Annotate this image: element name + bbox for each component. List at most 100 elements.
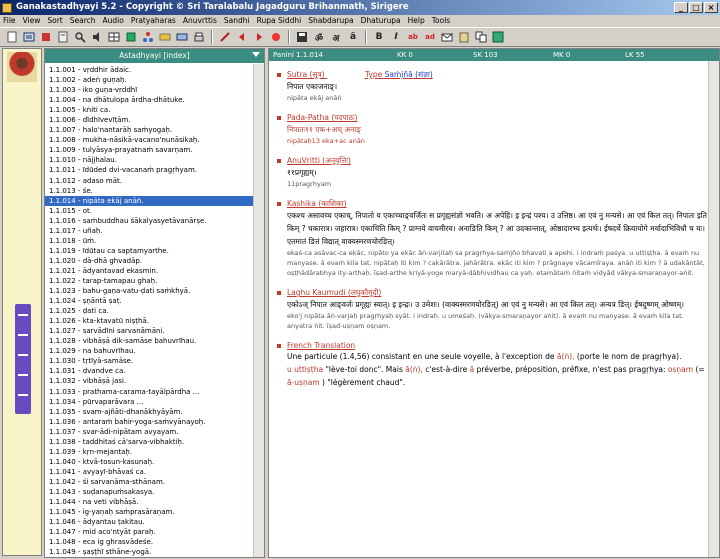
index-scrollbar[interactable] [253,64,264,557]
index-row[interactable]: 1.1.041 - avyayī-bhāvaś ca. [45,467,254,477]
clipboard-icon[interactable] [456,30,472,45]
menu-sort[interactable]: Sort [47,15,62,26]
index-row[interactable]: 1.1.018 - ūṁ. [45,236,254,246]
index-row[interactable]: 1.1.025 - ḍati ca. [45,306,254,316]
menu-rupa-siddhi[interactable]: Rupa Siddhi [257,15,302,26]
laghu-kaumudi-heading[interactable]: Laghu Kaumudi [287,288,345,297]
maximize-button[interactable]: □ [689,2,703,13]
verb-form-icon[interactable] [174,30,190,45]
padapatha-heading[interactable]: Pada-Patha [287,113,329,122]
index-row[interactable]: 1.1.023 - bahu-gaṇa-vatu-ḍati saṁkhyā. [45,286,254,296]
strike-button[interactable]: ab [405,30,421,45]
tree-icon[interactable] [140,30,156,45]
menu-shabdarupa[interactable]: Shabdarupa [308,15,353,26]
index-row[interactable]: 1.1.044 - na veti vibhāṣā. [45,497,254,507]
kashika-heading[interactable]: Kashika [287,199,316,208]
back-icon[interactable] [234,30,250,45]
index-row[interactable]: 1.1.040 - ktvā-tosun-kasunaḥ. [45,457,254,467]
audio-icon[interactable] [89,30,105,45]
index-row[interactable]: 1.1.030 - tṛtīyā-samāse. [45,356,254,366]
type-label[interactable]: Type [365,70,382,79]
menu-search[interactable]: Search [70,15,96,26]
index-row[interactable]: 1.1.005 - kṅiti ca. [45,105,254,115]
index-row[interactable]: 1.1.007 - halo'nantarāḥ saṁyogaḥ. [45,125,254,135]
menu-file[interactable]: File [3,15,16,26]
index-row[interactable]: 1.1.049 - ṣaṣṭhī sthāne-yogā. [45,547,254,557]
index-row[interactable]: 1.1.017 - uñaḥ. [45,226,254,236]
index-row[interactable]: 1.1.035 - svam-ajñāti-dhanākhyāyām. [45,407,254,417]
menu-dhaturupa[interactable]: Dhaturupa [361,15,401,26]
index-row[interactable]: 1.1.016 - saṁbuddhau śākalyasyetāvanārṣe… [45,216,254,226]
index-row[interactable]: 1.1.019 - īdūtau ca saptamyarthe. [45,246,254,256]
mail-icon[interactable] [439,30,455,45]
index-row[interactable]: 1.1.033 - prathama-carama-tayālpārdha ..… [45,387,254,397]
stop-icon[interactable] [268,30,284,45]
index-row[interactable]: 1.1.032 - vibhāṣā jasi. [45,376,254,386]
italic-button[interactable]: I [388,30,404,45]
index-row[interactable]: 1.1.020 - dā-dhā ghvadāp. [45,256,254,266]
index-row[interactable]: 1.1.008 - mukha-nāsikā-vacano'nunāsikaḥ. [45,135,254,145]
index-row[interactable]: 1.1.045 - ig-yaṇaḥ saṁprasāraṇam. [45,507,254,517]
index-row[interactable]: 1.1.011 - īdūded dvi-vacanaṁ pragṛhyam. [45,165,254,175]
close-button[interactable]: × [704,2,718,13]
menu-sandhi[interactable]: Sandhi [224,15,250,26]
om-button[interactable]: ॐ [311,30,327,45]
minimize-button[interactable]: _ [674,2,688,13]
index-row[interactable]: 1.1.003 - iko guṇa-vṛddhī [45,85,254,95]
index-row[interactable]: 1.1.010 - nājjhalau. [45,155,254,165]
help-icon[interactable] [490,30,506,45]
index-row[interactable]: 1.1.013 - śe. [45,186,254,196]
new-icon[interactable] [4,30,20,45]
add-note-button[interactable]: ad [422,30,438,45]
dropdown-arrow-icon[interactable] [252,52,260,57]
index-row[interactable]: 1.1.006 - dīdhīvevīṭām. [45,115,254,125]
index-row[interactable]: 1.1.001 - vṛddhir ādaic. [45,65,254,75]
index-row[interactable]: 1.1.028 - vibhāṣā dik-samāse bahuvrīhau. [45,336,254,346]
anuvrtti-heading[interactable]: AnuVritti [287,156,320,165]
menu-anuvrttis[interactable]: Anuvrttis [183,15,217,26]
document-icon[interactable] [55,30,71,45]
index-row[interactable]: 1.1.021 - ādyantavad ekasmin. [45,266,254,276]
french-heading[interactable]: French Translation [287,341,355,350]
index-row[interactable]: 1.1.042 - śi sarvanāma-sthānam. [45,477,254,487]
index-row[interactable]: 1.1.029 - na bahuvrīhau. [45,346,254,356]
index-row[interactable]: 1.1.043 - suḍanapuṁsakasya. [45,487,254,497]
index-row[interactable]: 1.1.015 - ot. [45,206,254,216]
devanagari-a-button[interactable]: अ [328,30,344,45]
detail-scrollbar[interactable] [708,61,719,557]
menu-tools[interactable]: Tools [432,15,450,26]
sandhi-icon[interactable] [123,30,139,45]
index-row[interactable]: 1.1.031 - dvandve ca. [45,366,254,376]
table-icon[interactable] [106,30,122,45]
index-row[interactable]: 1.1.048 - eca ig ghrasvādeśe. [45,537,254,547]
save-icon[interactable] [294,30,310,45]
index-row[interactable]: 1.1.012 - adaso māt. [45,176,254,186]
search-icon[interactable] [72,30,88,45]
index-row[interactable]: 1.1.034 - pūrvaparāvara ... [45,397,254,407]
roman-a-button[interactable]: ä [345,30,361,45]
menu-view[interactable]: View [23,15,41,26]
index-row[interactable]: 1.1.039 - kṛn-mejantaḥ. [45,447,254,457]
index-row[interactable]: 1.1.038 - taddhitaś cā'sarva-vibhaktiḥ. [45,437,254,447]
index-row[interactable]: 1.1.026 - kta-ktavatū niṣṭhā. [45,316,254,326]
index-row[interactable]: 1.1.024 - ṣṇāntā ṣaṭ. [45,296,254,306]
print-icon[interactable] [191,30,207,45]
index-row[interactable]: 1.1.009 - tulyāsya-prayatnaṁ savarṇam. [45,145,254,155]
index-row[interactable]: 1.1.046 - ādyantau ṭakitau. [45,517,254,527]
index-row[interactable]: 1.1.014 - nipāta ekāj anāṅ. [45,195,254,206]
menu-help[interactable]: Help [408,15,425,26]
index-row[interactable]: 1.1.027 - sarvādīni sarvanāmāni. [45,326,254,336]
bold-button[interactable]: B [371,30,387,45]
index-row[interactable]: 1.1.002 - adeṅ guṇaḥ. [45,75,254,85]
word-form-icon[interactable] [157,30,173,45]
list-icon[interactable] [21,30,37,45]
index-row[interactable]: 1.1.004 - na dhātulopa ārdha-dhātuke. [45,95,254,105]
index-row[interactable]: 1.1.047 - mid aco'ntyāt paraḥ. [45,527,254,537]
edit-icon[interactable] [217,30,233,45]
index-header[interactable]: Astadhyayi [index] [45,49,264,63]
menu-pratyaharas[interactable]: Pratyaharas [131,15,176,26]
book-icon[interactable] [38,30,54,45]
index-row[interactable]: 1.1.037 - svar-ādi-nipātam avyayam. [45,427,254,437]
copy-icon[interactable] [473,30,489,45]
sutra-heading[interactable]: Sutra [287,70,307,79]
